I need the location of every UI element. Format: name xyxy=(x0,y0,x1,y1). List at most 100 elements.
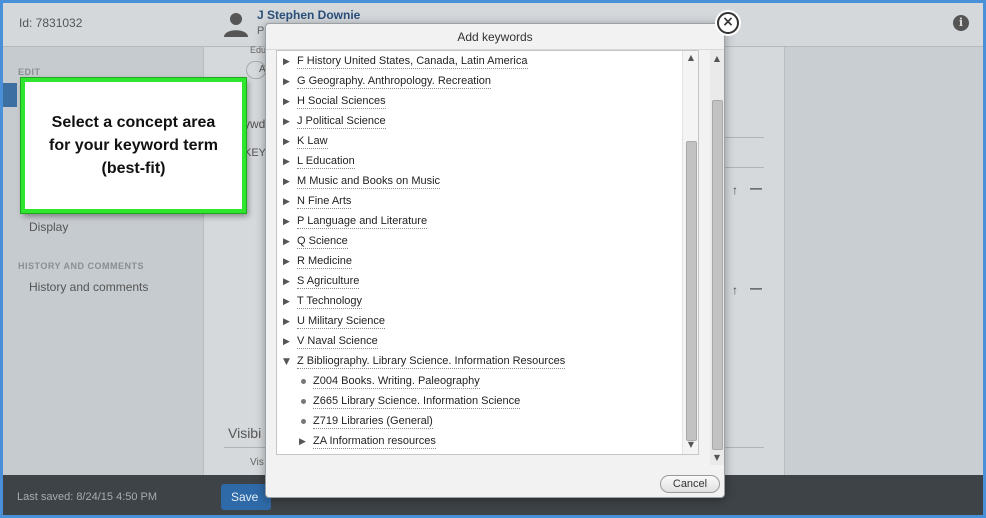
triangle-right-icon[interactable]: ▶ xyxy=(283,217,297,227)
callout-text: Select a concept area for your keyword t… xyxy=(49,114,218,177)
tree-item[interactable]: ▶ Q Science xyxy=(283,233,348,251)
record-id: Id: 7831032 xyxy=(19,16,83,30)
triangle-right-icon[interactable]: ▶ xyxy=(283,277,297,287)
scroll-up-icon[interactable]: ▲ xyxy=(683,53,698,62)
app-window: Id: 7831032 J Stephen Downie P i EDIT Di… xyxy=(0,0,986,518)
tree-item-label[interactable]: F History United States, Canada, Latin A… xyxy=(297,55,528,69)
edu-fragment: Edu xyxy=(250,45,267,55)
tree-item[interactable]: ▶ T Technology xyxy=(283,293,363,311)
triangle-right-icon[interactable]: ▶ xyxy=(283,177,297,187)
tree-item[interactable]: Z665 Library Science. Information Scienc… xyxy=(299,393,521,411)
tree-item[interactable]: ▶ R Medicine xyxy=(283,253,353,271)
sidebar-heading-edit: EDIT xyxy=(18,67,41,77)
cancel-button[interactable]: Cancel xyxy=(660,475,720,493)
triangle-right-icon[interactable]: ▶ xyxy=(299,437,313,447)
scroll-down-icon[interactable]: ▼ xyxy=(710,453,724,462)
person-name-link[interactable]: J Stephen Downie xyxy=(257,8,360,22)
tree-item[interactable]: Z004 Books. Writing. Paleography xyxy=(299,373,480,391)
dialog-scrollbar[interactable]: ▲ ▼ xyxy=(710,50,724,465)
sidebar-heading-history: HISTORY AND COMMENTS xyxy=(18,261,145,271)
instruction-callout: Select a concept area for your keyword t… xyxy=(21,78,246,213)
tree-item-label[interactable]: K Law xyxy=(297,135,328,149)
add-keywords-dialog: Add keywords × ▶ F History United States,… xyxy=(265,12,739,498)
tree-item-label[interactable]: T Technology xyxy=(297,295,363,309)
triangle-right-icon[interactable]: ▶ xyxy=(283,317,297,327)
tree-item-label[interactable]: G Geography. Anthropology. Recreation xyxy=(297,75,492,89)
dialog-title: Add keywords xyxy=(266,24,724,50)
triangle-right-icon[interactable]: ▶ xyxy=(283,117,297,127)
tree-item[interactable]: ▶ ZA Information resources xyxy=(299,433,436,451)
tree-item[interactable]: ▶ J Political Science xyxy=(283,113,386,131)
tree-item-label[interactable]: U Military Science xyxy=(297,315,386,329)
tree-item-label[interactable]: ZA Information resources xyxy=(313,435,436,449)
tree-item-label[interactable]: Z665 Library Science. Information Scienc… xyxy=(313,395,521,409)
tree-item-label[interactable]: Z004 Books. Writing. Paleography xyxy=(313,375,480,389)
tree-item-label[interactable]: Z719 Libraries (General) xyxy=(313,415,433,429)
last-saved-status: Last saved: 8/24/15 4:50 PM xyxy=(17,491,158,503)
move-up-icon[interactable]: ↑ xyxy=(732,283,738,297)
triangle-down-icon[interactable]: ▼ xyxy=(283,357,297,367)
bullet-icon xyxy=(299,396,313,408)
triangle-right-icon[interactable]: ▶ xyxy=(283,337,297,347)
person-subtitle: P xyxy=(257,25,265,37)
triangle-right-icon[interactable]: ▶ xyxy=(283,137,297,147)
tree-item-label[interactable]: Z Bibliography. Library Science. Informa… xyxy=(297,355,566,369)
triangle-right-icon[interactable]: ▶ xyxy=(283,77,297,87)
tree-item-label[interactable]: N Fine Arts xyxy=(297,195,352,209)
save-button[interactable]: Save xyxy=(221,484,271,510)
remove-icon[interactable]: — xyxy=(750,181,762,195)
tree-item[interactable]: ▶ H Social Sciences xyxy=(283,93,386,111)
tree-item-label[interactable]: R Medicine xyxy=(297,255,353,269)
tree-item-label[interactable]: J Political Science xyxy=(297,115,386,129)
tree-item[interactable]: ▶ K Law xyxy=(283,133,328,151)
visibility-heading-fragment: Visibi xyxy=(228,425,262,441)
tree-item[interactable]: ▶ V Naval Science xyxy=(283,333,378,351)
person-icon xyxy=(224,13,248,37)
bullet-dot xyxy=(301,379,306,384)
triangle-right-icon[interactable]: ▶ xyxy=(283,237,297,247)
tree-item[interactable]: ▶ S Agriculture xyxy=(283,273,360,291)
tree-item[interactable]: Z719 Libraries (General) xyxy=(299,413,433,431)
tree-item[interactable]: ▶ U Military Science xyxy=(283,313,386,331)
tree-item[interactable]: ▶ L Education xyxy=(283,153,355,171)
tree-item-label[interactable]: M Music and Books on Music xyxy=(297,175,441,189)
tree-item-label[interactable]: H Social Sciences xyxy=(297,95,386,109)
tree-scrollbar[interactable]: ▲ ▼ xyxy=(682,51,698,454)
scroll-up-icon[interactable]: ▲ xyxy=(710,54,724,63)
keyword-tree: ▶ F History United States, Canada, Latin … xyxy=(276,50,699,455)
tree-item[interactable]: ▼ Z Bibliography. Library Science. Inform… xyxy=(283,353,566,371)
info-icon[interactable]: i xyxy=(953,15,969,31)
bullet-dot xyxy=(301,419,306,424)
scroll-thumb[interactable] xyxy=(686,141,697,441)
bullet-icon xyxy=(299,416,313,428)
tree-item[interactable]: ▶ G Geography. Anthropology. Recreation xyxy=(283,73,492,91)
bullet-icon xyxy=(299,376,313,388)
tree-item-label[interactable]: L Education xyxy=(297,155,355,169)
scroll-thumb[interactable] xyxy=(712,100,723,450)
tree-item[interactable]: ▶ N Fine Arts xyxy=(283,193,352,211)
sidebar-item-display[interactable]: Display xyxy=(29,220,68,234)
tree-item-label[interactable]: P Language and Literature xyxy=(297,215,428,229)
triangle-right-icon[interactable]: ▶ xyxy=(283,297,297,307)
move-up-icon[interactable]: ↑ xyxy=(732,183,738,197)
tree-item[interactable]: ▶ M Music and Books on Music xyxy=(283,173,441,191)
triangle-right-icon[interactable]: ▶ xyxy=(283,97,297,107)
add-button-fragment[interactable]: A xyxy=(246,61,266,79)
triangle-right-icon[interactable]: ▶ xyxy=(283,157,297,167)
triangle-right-icon[interactable]: ▶ xyxy=(283,257,297,267)
keyword-column-fragment: KEY xyxy=(244,147,267,159)
tree-item-label[interactable]: S Agriculture xyxy=(297,275,360,289)
bullet-dot xyxy=(301,399,306,404)
triangle-right-icon[interactable]: ▶ xyxy=(283,57,297,67)
sidebar-item-history[interactable]: History and comments xyxy=(29,280,148,294)
tree-item[interactable]: ▶ F History United States, Canada, Latin … xyxy=(283,53,528,71)
tree-item[interactable]: ▶ P Language and Literature xyxy=(283,213,428,231)
visibility-text-fragment: Vis xyxy=(250,457,264,468)
triangle-right-icon[interactable]: ▶ xyxy=(283,197,297,207)
remove-icon[interactable]: — xyxy=(750,281,762,295)
sidebar-active-indicator xyxy=(3,83,17,107)
close-icon[interactable]: × xyxy=(717,12,739,34)
tree-item-label[interactable]: V Naval Science xyxy=(297,335,378,349)
scroll-down-icon[interactable]: ▼ xyxy=(683,440,698,449)
tree-item-label[interactable]: Q Science xyxy=(297,235,348,249)
